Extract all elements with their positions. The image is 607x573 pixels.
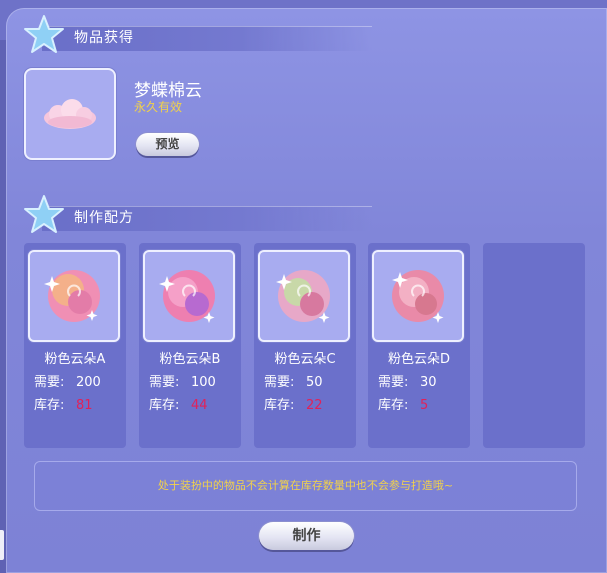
stock-value: 5 xyxy=(420,398,429,413)
need-value: 30 xyxy=(420,375,437,390)
empty-material-slot xyxy=(483,243,585,448)
notice-text: 处于装扮中的物品不会计算在库存数量中也不会参与打造哦~ xyxy=(157,479,454,492)
stock-value: 22 xyxy=(306,398,323,413)
need-value: 200 xyxy=(76,375,101,390)
recipe-section-header: 制作配方 xyxy=(22,194,382,234)
orb-icon xyxy=(392,270,444,323)
need-value: 50 xyxy=(306,375,323,390)
item-icon-slot[interactable] xyxy=(26,70,114,158)
material-icon-slot[interactable] xyxy=(145,252,233,340)
stock-label: 库存: xyxy=(34,398,65,413)
make-button[interactable]: 制作 xyxy=(259,522,354,550)
stock-value: 81 xyxy=(76,398,93,413)
preview-button[interactable]: 预览 xyxy=(136,133,199,156)
need-label: 需要: xyxy=(34,375,65,390)
orb-icon xyxy=(159,270,215,323)
material-icon-slot[interactable] xyxy=(374,252,462,340)
material-name: 粉色云朵A xyxy=(44,352,106,367)
material-name: 粉色云朵B xyxy=(159,352,221,367)
need-row: 需要: 200 xyxy=(34,371,101,390)
material-name: 粉色云朵D xyxy=(387,352,450,367)
obtain-section-header: 物品获得 xyxy=(22,14,382,54)
material-card[interactable]: 粉色云朵D 需要: 30 库存: 5 xyxy=(368,243,470,448)
star-icon xyxy=(24,195,64,233)
scroll-handle[interactable] xyxy=(0,530,4,560)
need-label: 需要: xyxy=(378,375,409,390)
stock-label: 库存: xyxy=(149,398,180,413)
recipe-title: 制作配方 xyxy=(74,210,134,226)
material-card[interactable]: 粉色云朵B 需要: 100 库存: 44 xyxy=(139,243,241,448)
orb-icon xyxy=(276,270,330,323)
notice-box: 处于装扮中的物品不会计算在库存数量中也不会参与打造哦~ xyxy=(34,461,577,511)
material-icon-slot[interactable] xyxy=(30,252,118,340)
material-card[interactable]: 粉色云朵A 需要: 200 库存: 81 xyxy=(24,243,126,448)
stock-row: 库存: 5 xyxy=(378,394,428,413)
stock-row: 库存: 22 xyxy=(264,394,323,413)
obtain-title: 物品获得 xyxy=(74,30,134,46)
cloud-icon xyxy=(44,99,96,129)
need-row: 需要: 50 xyxy=(264,371,323,390)
item-duration: 永久有效 xyxy=(134,100,183,114)
stock-label: 库存: xyxy=(378,398,409,413)
need-row: 需要: 100 xyxy=(149,371,216,390)
star-icon xyxy=(24,15,64,53)
need-label: 需要: xyxy=(264,375,295,390)
stock-row: 库存: 44 xyxy=(149,394,208,413)
material-name: 粉色云朵C xyxy=(274,352,336,367)
need-value: 100 xyxy=(191,375,216,390)
stock-row: 库存: 81 xyxy=(34,394,93,413)
need-label: 需要: xyxy=(149,375,180,390)
stock-label: 库存: xyxy=(264,398,295,413)
orb-icon xyxy=(44,270,100,322)
need-row: 需要: 30 xyxy=(378,371,437,390)
stock-value: 44 xyxy=(191,398,208,413)
material-card[interactable]: 粉色云朵C 需要: 50 库存: 22 xyxy=(254,243,356,448)
material-icon-slot[interactable] xyxy=(260,252,348,340)
